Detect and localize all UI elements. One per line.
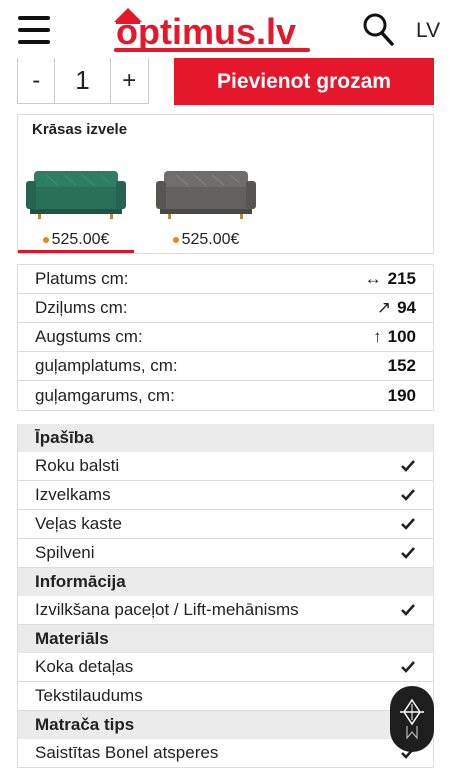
diamond-logo-icon: [400, 698, 424, 740]
color-variant-green[interactable]: 525.00€: [18, 153, 134, 253]
check-icon: [401, 518, 415, 530]
property-label: Roku balsti: [35, 456, 120, 475]
logo-text: optimus.lv: [116, 11, 296, 52]
hamburger-icon[interactable]: [18, 16, 50, 44]
language-selector[interactable]: LV: [416, 19, 440, 43]
property-row: Veļas kaste: [18, 510, 433, 539]
price-dot-icon: [172, 236, 179, 243]
price-dot-icon: [42, 236, 49, 243]
color-selector-title: Krāsas izvele: [32, 121, 128, 138]
dimension-row-sleep-width: guļamplatums, cm: 152: [18, 352, 433, 381]
check-icon: [401, 661, 415, 673]
property-row: Roku balsti: [18, 452, 433, 481]
up-arrow-icon: ↑: [373, 327, 382, 346]
dimension-row-depth: Dziļums cm: ↗ 94: [18, 294, 433, 323]
section-title-features: Īpašība: [18, 424, 433, 452]
property-label: Izvilkšana paceļot / Lift-mehānisms: [35, 600, 299, 619]
check-icon: [401, 489, 415, 501]
check-icon: [401, 604, 415, 616]
quantity-increase-button[interactable]: +: [111, 58, 148, 103]
property-row: Izvilkšana paceļot / Lift-mehānisms: [18, 596, 433, 625]
property-label: Spilveni: [35, 543, 95, 562]
color-variant-grey[interactable]: 525.00€: [148, 153, 264, 251]
property-label: Koka detaļas: [35, 657, 134, 676]
check-icon: [401, 547, 415, 559]
property-label: Izvelkams: [35, 485, 111, 504]
section-title-information: Informācija: [18, 568, 433, 596]
dimension-label: Augstums cm:: [35, 327, 143, 346]
property-row: Izvelkams: [18, 481, 433, 510]
dimension-label: guļamplatums, cm:: [35, 356, 178, 375]
horizontal-arrow-icon: ↔: [364, 269, 382, 288]
section-title-material: Materiāls: [18, 625, 433, 653]
add-to-cart-button[interactable]: Pievienot grozam: [174, 58, 434, 105]
section-title-mattress: Matrača tips: [18, 711, 433, 739]
color-variant-green-price: 525.00€: [18, 231, 134, 249]
color-variant-grey-price: 525.00€: [148, 231, 264, 249]
dimension-label: Dziļums cm:: [35, 298, 128, 317]
property-label: Saistītas Bonel atsperes: [35, 743, 219, 762]
properties-table: Īpašība Roku balsti Izvelkams Veļas kast…: [17, 424, 434, 768]
dimensions-table: Platums cm: ↔ 215 Dziļums cm: ↗ 94 Augst…: [17, 264, 434, 411]
green-sofa-image: [26, 171, 126, 219]
property-label: Tekstilaudums: [35, 686, 143, 705]
diagonal-arrow-icon: ↗: [376, 298, 392, 317]
quantity-input[interactable]: 1: [55, 58, 111, 103]
quantity-stepper: - 1 +: [17, 58, 149, 104]
property-row: Tekstilaudums: [18, 682, 433, 711]
quantity-decrease-button[interactable]: -: [18, 58, 56, 103]
dimension-row-width: Platums cm: ↔ 215: [18, 265, 433, 294]
grey-sofa-image: [156, 171, 256, 219]
property-row: Spilveni: [18, 539, 433, 568]
check-icon: [401, 460, 415, 472]
dimension-row-sleep-length: guļamgarums, cm: 190: [18, 381, 433, 410]
dimension-value: 94: [397, 298, 416, 317]
floating-widget-button[interactable]: [390, 686, 434, 752]
search-icon[interactable]: [362, 12, 394, 46]
dimension-row-height: Augstums cm: ↑ 100: [18, 323, 433, 352]
dimension-value: 100: [387, 327, 416, 346]
property-row: Koka detaļas: [18, 653, 433, 682]
dimension-value: 152: [387, 356, 416, 375]
color-selector: Krāsas izvele 525.00€ 525.00€: [17, 114, 434, 254]
selected-indicator: [18, 250, 134, 253]
property-label: Veļas kaste: [35, 514, 122, 533]
dimension-value: 190: [387, 385, 416, 405]
logo[interactable]: optimus.lv: [112, 4, 312, 56]
dimension-label: Platums cm:: [35, 269, 129, 288]
dimension-label: guļamgarums, cm:: [35, 385, 175, 405]
dimension-value: 215: [387, 269, 416, 288]
property-row: Saistītas Bonel atsperes: [18, 739, 433, 768]
header: optimus.lv LV: [0, 0, 451, 60]
